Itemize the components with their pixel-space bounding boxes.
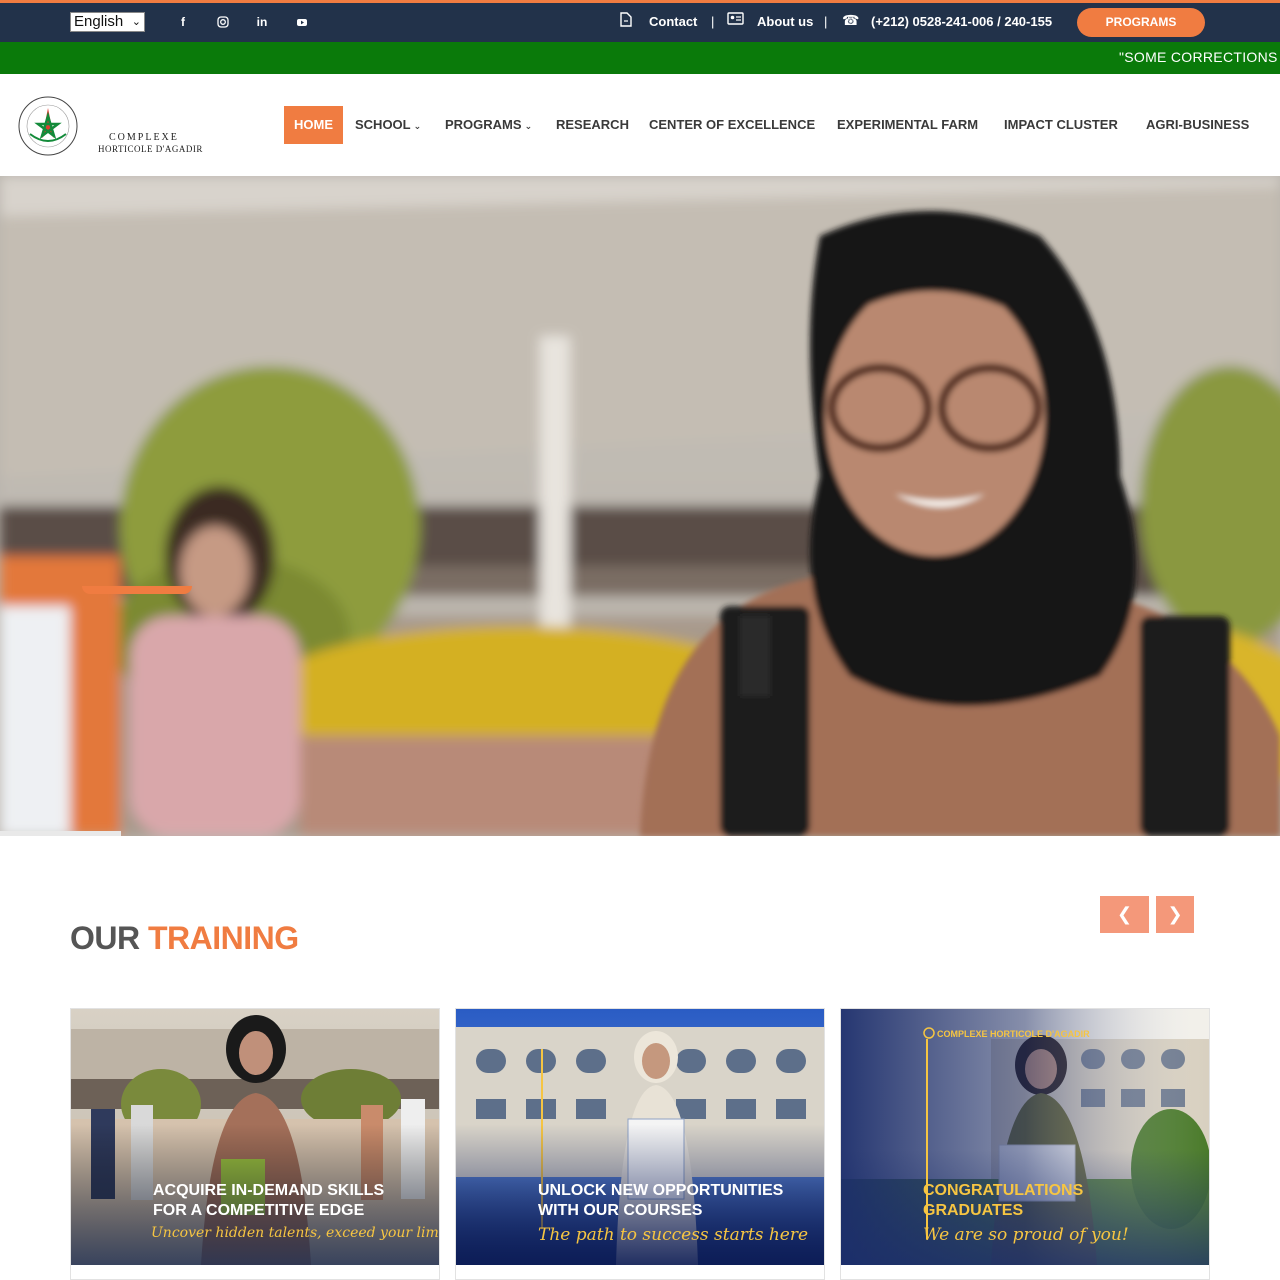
- hero-slider[interactable]: [0, 176, 1280, 836]
- section-title-training: OUR TRAINING: [70, 920, 299, 957]
- nav-programs-label: PROGRAMS: [445, 117, 522, 132]
- card-image: UNLOCK NEW OPPORTUNITIES WITH OUR COURSE…: [456, 1009, 824, 1265]
- card-heading-line1: CONGRATULATIONS: [923, 1182, 1084, 1199]
- instagram-icon[interactable]: [213, 12, 233, 32]
- nav-experimental-farm[interactable]: EXPERIMENTAL FARM: [837, 106, 978, 144]
- nav-home[interactable]: HOME: [284, 106, 343, 144]
- facebook-icon[interactable]: f: [173, 12, 193, 32]
- youtube-icon[interactable]: [292, 12, 312, 32]
- nav-impact-cluster[interactable]: IMPACT CLUSTER: [1004, 106, 1118, 144]
- card-brand: COMPLEXE HORTICOLE D'AGADIR: [937, 1029, 1090, 1039]
- language-select[interactable]: English ⌄: [70, 12, 145, 32]
- site-logo[interactable]: COMPLEXE HORTICOLE D'AGADIR: [16, 94, 202, 158]
- document-icon: [620, 12, 632, 30]
- card-heading: CONGRATULATIONS GRADUATES: [923, 1181, 1083, 1221]
- language-value: English: [74, 13, 124, 30]
- card-image: ACQUIRE IN-DEMAND SKILLS FOR A COMPETITI…: [71, 1009, 439, 1265]
- card-heading: UNLOCK NEW OPPORTUNITIES WITH OUR COURSE…: [538, 1181, 783, 1221]
- training-card[interactable]: ACQUIRE IN-DEMAND SKILLS FOR A COMPETITI…: [70, 1008, 440, 1280]
- site-header: COMPLEXE HORTICOLE D'AGADIR HOME SCHOOL ⌄…: [0, 74, 1280, 176]
- slider-progress: [0, 831, 121, 836]
- card-tagline: We are so proud of you!: [923, 1225, 1129, 1245]
- nav-school-label: SCHOOL: [355, 117, 411, 132]
- card-tagline: Uncover hidden talents, exceed your limi…: [151, 1225, 439, 1241]
- phone-number[interactable]: (+212) 0528-241-006 / 240-155: [871, 14, 1052, 29]
- contact-link[interactable]: Contact: [649, 14, 697, 29]
- logo-line2: HORTICOLE D'AGADIR: [98, 144, 203, 154]
- chevron-down-icon: ⌄: [413, 121, 422, 131]
- phone-icon: ☎: [842, 12, 860, 28]
- training-card[interactable]: COMPLEXE HORTICOLE D'AGADIR CONGRATULATI…: [840, 1008, 1210, 1280]
- carousel-prev-button[interactable]: ❮: [1100, 896, 1149, 933]
- nav-center-of-excellence[interactable]: CENTER OF EXCELLENCE: [649, 106, 815, 144]
- linkedin-icon[interactable]: in: [252, 12, 272, 32]
- card-heading-line1: ACQUIRE IN-DEMAND SKILLS: [153, 1182, 385, 1199]
- nav-school[interactable]: SCHOOL ⌄: [355, 106, 421, 144]
- chevron-down-icon: ⌄: [524, 121, 533, 131]
- chevron-left-icon: ❮: [1116, 904, 1133, 924]
- title-part1: OUR: [70, 920, 140, 956]
- card-heading-line1: UNLOCK NEW OPPORTUNITIES: [538, 1182, 784, 1199]
- hero-accent-bar: [82, 586, 192, 594]
- separator: |: [824, 14, 828, 29]
- nav-research[interactable]: RESEARCH: [556, 106, 629, 144]
- chevron-right-icon: ❯: [1167, 904, 1183, 924]
- about-us-link[interactable]: About us: [757, 14, 813, 29]
- logo-line1: COMPLEXE: [109, 132, 179, 143]
- card-heading-line2: FOR A COMPETITIVE EDGE: [153, 1202, 365, 1219]
- card-heading-line2: WITH OUR COURSES: [538, 1202, 703, 1219]
- card-image: COMPLEXE HORTICOLE D'AGADIR CONGRATULATI…: [841, 1009, 1209, 1265]
- training-card[interactable]: UNLOCK NEW OPPORTUNITIES WITH OUR COURSE…: [455, 1008, 825, 1280]
- id-card-icon: [727, 12, 744, 28]
- hero-image: [0, 176, 1280, 836]
- emblem-icon: [18, 96, 78, 156]
- nav-programs[interactable]: PROGRAMS ⌄: [445, 106, 532, 144]
- carousel-next-button[interactable]: ❯: [1156, 896, 1194, 933]
- card-tagline: The path to success starts here: [538, 1225, 809, 1245]
- card-heading-line2: GRADUATES: [923, 1202, 1024, 1219]
- chevron-down-icon: ⌄: [131, 16, 141, 28]
- nav-agri-business[interactable]: AGRI-BUSINESS: [1146, 106, 1249, 144]
- ticker-text[interactable]: "SOME CORRECTIONS A: [1119, 49, 1280, 65]
- programs-button[interactable]: PROGRAMS: [1077, 8, 1205, 37]
- separator: |: [711, 14, 715, 29]
- card-heading: ACQUIRE IN-DEMAND SKILLS FOR A COMPETITI…: [153, 1181, 384, 1221]
- title-part2: TRAINING: [148, 920, 299, 956]
- news-ticker: "SOME CORRECTIONS A: [0, 42, 1280, 74]
- top-bar: English ⌄ f in Contact | About us | ☎ (+…: [0, 0, 1280, 42]
